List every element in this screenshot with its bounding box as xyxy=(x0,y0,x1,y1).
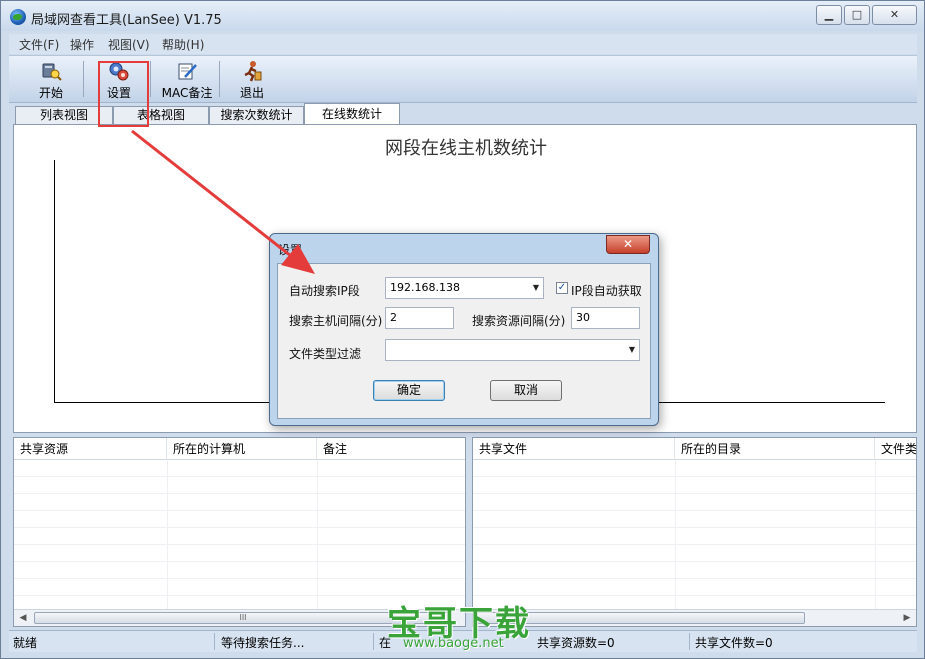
cancel-button[interactable]: 取消 xyxy=(490,380,562,401)
close-icon: ✕ xyxy=(889,8,900,21)
start-label: 开始 xyxy=(38,86,63,100)
chevron-down-icon: ▼ xyxy=(628,345,635,354)
status-separator xyxy=(214,633,215,650)
dialog-close-button[interactable]: ✕ xyxy=(606,235,650,254)
table-row xyxy=(14,511,465,528)
host-interval-value: 2 xyxy=(390,311,397,324)
settings-highlight-box xyxy=(98,61,149,127)
table-row xyxy=(473,511,916,528)
exit-label: 退出 xyxy=(239,86,264,100)
host-interval-label: 搜索主机间隔(分) xyxy=(289,314,383,328)
start-button[interactable]: 开始 xyxy=(31,59,71,101)
menu-help[interactable]: 帮助(H) xyxy=(162,36,204,53)
resource-interval-label: 搜索资源间隔(分) xyxy=(472,314,566,328)
table-row xyxy=(14,494,465,511)
title-bar: 局域网查看工具(LanSee) V1.75 ▁ □ ✕ xyxy=(1,1,924,31)
dialog-body: 自动搜索IP段 192.168.138 ▼ ✓ IP段自动获取 搜索主机间隔(分… xyxy=(277,263,651,419)
tab-search-count[interactable]: 搜索次数统计 xyxy=(209,106,304,124)
app-globe-icon xyxy=(10,9,26,25)
auto-ip-label: 自动搜索IP段 xyxy=(289,284,360,298)
status-separator xyxy=(689,633,690,650)
tab-online-count[interactable]: 在线数统计 xyxy=(304,103,400,125)
scroll-right-icon[interactable]: ▶ xyxy=(900,611,914,625)
exit-button[interactable]: 退出 xyxy=(235,59,269,101)
exit-running-icon xyxy=(244,61,262,82)
chart-title: 网段在线主机数统计 xyxy=(385,138,547,159)
column-header[interactable]: 共享资源 xyxy=(14,438,167,460)
column-header[interactable]: 所在的计算机 xyxy=(167,438,317,460)
table-row xyxy=(473,460,916,477)
mac-note-label: MAC备注 xyxy=(161,86,213,100)
chart-y-axis xyxy=(54,160,55,402)
maximize-icon: □ xyxy=(851,8,863,21)
menu-view[interactable]: 视图(V) xyxy=(108,36,150,53)
chevron-down-icon: ▼ xyxy=(532,283,539,292)
column-header[interactable]: 文件类 xyxy=(875,438,916,460)
table-row xyxy=(14,460,465,477)
resource-interval-value: 30 xyxy=(576,311,590,324)
menu-file[interactable]: 文件(F) xyxy=(19,36,59,53)
toolbar-separator xyxy=(150,61,151,97)
watermark: 宝哥下载 www.baoge.net xyxy=(381,596,541,658)
column-header[interactable]: 共享文件 xyxy=(473,438,675,460)
table-row xyxy=(14,562,465,579)
close-icon: ✕ xyxy=(622,237,634,251)
minimize-button[interactable]: ▁ xyxy=(816,5,842,25)
table-row xyxy=(473,562,916,579)
resource-interval-input[interactable]: 30 xyxy=(571,307,640,329)
status-ready: 就绪 xyxy=(13,636,38,650)
column-header[interactable]: 所在的目录 xyxy=(675,438,875,460)
column-header[interactable]: 备注 xyxy=(317,438,465,460)
ip-segment-value: 192.168.138 xyxy=(390,281,460,294)
mac-note-button[interactable]: MAC备注 xyxy=(159,59,215,101)
toolbar-separator xyxy=(83,61,84,97)
dialog-title: 设置 xyxy=(278,243,303,257)
toolbar-separator xyxy=(219,61,220,97)
file-filter-label: 文件类型过滤 xyxy=(289,347,362,361)
menu-operate[interactable]: 操作 xyxy=(70,36,94,53)
scroll-left-icon[interactable]: ◀ xyxy=(16,611,30,625)
close-button[interactable]: ✕ xyxy=(872,5,917,25)
host-interval-input[interactable]: 2 xyxy=(385,307,454,329)
ip-segment-select[interactable]: 192.168.138 ▼ xyxy=(385,277,544,299)
table-row xyxy=(473,528,916,545)
check-icon: ✓ xyxy=(557,282,567,293)
table-row xyxy=(14,528,465,545)
table-row xyxy=(473,494,916,511)
auto-get-label: IP段自动获取 xyxy=(571,284,642,298)
status-separator xyxy=(373,633,374,650)
main-window: 局域网查看工具(LanSee) V1.75 ▁ □ ✕ 文件(F) 操作 视图(… xyxy=(0,0,925,659)
table-row xyxy=(473,545,916,562)
scroll-grip: III xyxy=(239,613,247,622)
auto-get-checkbox[interactable]: ✓ xyxy=(556,282,568,294)
file-filter-select[interactable]: ▼ xyxy=(385,339,640,361)
settings-dialog: 设置 ✕ 自动搜索IP段 192.168.138 ▼ ✓ IP段自动获取 搜索主… xyxy=(269,233,659,426)
table-row xyxy=(473,579,916,596)
maximize-button[interactable]: □ xyxy=(844,5,870,25)
table-row xyxy=(14,579,465,596)
window-title: 局域网查看工具(LanSee) V1.75 xyxy=(31,13,222,28)
table-row xyxy=(473,477,916,494)
status-waiting: 等待搜索任务... xyxy=(221,636,305,650)
edit-note-icon xyxy=(178,63,197,80)
menu-bar: 文件(F) 操作 视图(V) 帮助(H) xyxy=(9,34,917,54)
table-row xyxy=(14,545,465,562)
ok-button[interactable]: 确定 xyxy=(373,380,445,401)
status-shared-resources: 共享资源数=0 xyxy=(537,636,615,650)
watermark-url: www.baoge.net xyxy=(403,636,504,651)
table-row xyxy=(14,477,465,494)
minimize-icon: ▁ xyxy=(824,8,834,21)
computer-search-icon xyxy=(42,63,62,81)
status-shared-files: 共享文件数=0 xyxy=(695,636,773,650)
